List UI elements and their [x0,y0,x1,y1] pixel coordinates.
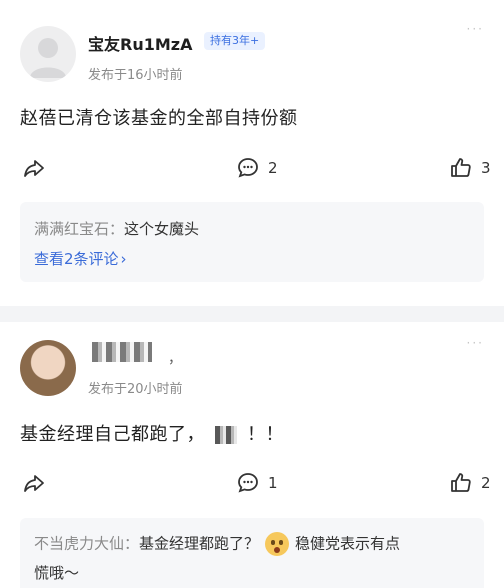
blurred-username[interactable] [92,342,152,362]
comment-button[interactable]: 2 [236,156,278,180]
avatar[interactable] [20,340,76,396]
reply-line-2: 慌哦～ [34,564,80,582]
username-suffix: ， [168,351,182,367]
comment-icon [238,158,258,178]
post-timestamp: 发布于16小时前 [88,68,183,83]
holding-badge: 持有3年+ [204,32,266,50]
post-content-text: 基金经理自己都跑了， [20,424,205,445]
reply-text: 这个女魔头 [124,220,200,238]
post-timestamp: 发布于20小时前 [88,382,183,397]
post-card: 宝友Ru1MzA 持有3年+ 发布于16小时前 ··· 赵蓓已清仓该基金的全部自… [0,0,504,306]
username[interactable]: 宝友Ru1MzA [88,31,192,55]
post-content: 赵蓓已清仓该基金的全部自持份额 [20,108,298,129]
share-icon [24,160,44,177]
more-icon[interactable]: ··· [467,336,484,350]
like-button[interactable]: 2 [449,471,491,495]
comment-count: 2 [268,159,278,177]
default-user-icon [30,38,66,78]
reply-preview[interactable]: 满满红宝石：这个女魔头 查看2条评论 › [20,202,484,282]
reply-text: 基金经理都跑了？ [139,534,260,553]
reply-preview[interactable]: 不当虎力大仙：基金经理都跑了？ 稳健党表示有点 慌哦～ [20,518,484,588]
reply-line: 不当虎力大仙：基金经理都跑了？ 稳健党表示有点 [34,532,400,556]
share-button[interactable] [22,471,46,495]
blurred-mention [215,426,237,444]
comment-icon [238,473,258,493]
thumbs-up-icon [451,158,471,177]
post-content-text-end: ！！ [247,424,284,445]
like-count: 2 [481,474,491,492]
chevron-right-icon: › [120,250,127,268]
like-count: 3 [481,159,491,177]
reply-text-continued: 稳健党表示有点 [295,534,401,553]
reply-username[interactable]: 满满红宝石： [34,220,124,238]
share-button[interactable] [22,156,46,180]
view-more-label: 查看2条评论 [34,250,119,268]
comment-count: 1 [268,474,278,492]
reply-username[interactable]: 不当虎力大仙： [34,535,139,553]
avatar[interactable] [20,26,76,82]
comment-button[interactable]: 1 [236,471,278,495]
thumbs-up-icon [451,473,471,492]
share-icon [24,475,44,492]
post-content: 基金经理自己都跑了， ！！ [20,420,284,446]
shocked-face-icon [265,532,290,556]
view-all-comments-link[interactable]: 查看2条评论 › [34,248,127,269]
reply-line: 满满红宝石：这个女魔头 [34,218,199,239]
more-icon[interactable]: ··· [467,22,484,36]
like-button[interactable]: 3 [449,156,491,180]
